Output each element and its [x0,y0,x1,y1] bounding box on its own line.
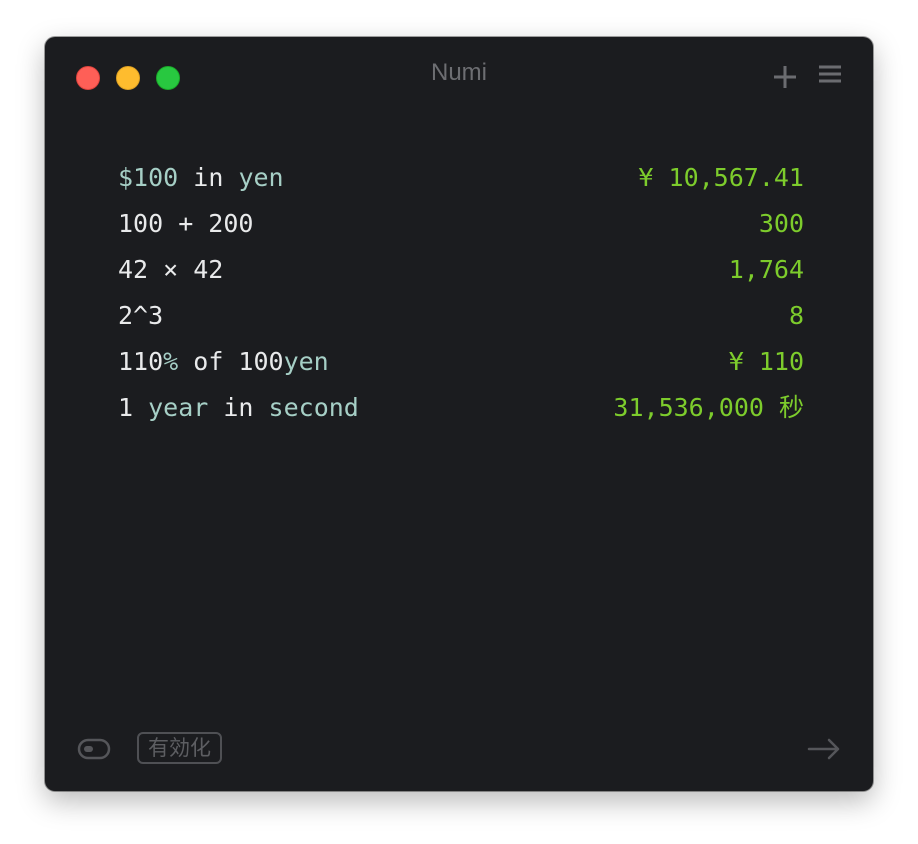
unit-token: year [148,393,209,422]
unit-token: % [163,347,179,376]
calc-expression[interactable]: 100 + 200 [118,201,253,247]
calculation-editor[interactable]: $100 in yen ¥ 10,567.41 100 + 200 300 42 × 4… [118,155,804,431]
text-token: in [208,393,269,422]
enable-button[interactable]: 有効化 [137,732,222,764]
calc-line[interactable]: 110% of 100yen ¥ 110 [118,339,804,385]
calc-result: 1,764 [728,255,804,284]
text-token: 110 [118,347,164,376]
unit-token: second [268,393,359,422]
text-token: of 100 [178,347,284,376]
calc-line[interactable]: 42 × 42 1,764 [118,247,804,293]
calc-expression[interactable]: 110% of 100yen [118,339,329,385]
numi-window: Numi $100 in yen ¥ 10,567.41 100 + 200 300 4… [45,37,873,791]
calc-line[interactable]: 2^3 8 [118,293,804,339]
calc-line[interactable]: 1 year in second 31,536,000 秒 [118,385,804,431]
calc-result: 8 [788,301,804,330]
arrow-right-icon[interactable] [807,737,841,761]
footer-bar: 有効化 [45,727,873,777]
unit-token: $100 [118,163,179,192]
title-bar: Numi [45,37,873,117]
text-token: 2^3 [118,301,164,330]
hamburger-menu-icon[interactable] [816,63,844,91]
calc-result: 300 [758,209,804,238]
text-token: 1 [118,393,149,422]
calc-expression[interactable]: 2^3 [118,293,163,339]
text-token: in [178,163,239,192]
calc-expression[interactable]: 1 year in second [118,385,359,431]
calc-expression[interactable]: 42 × 42 [118,247,223,293]
plus-icon[interactable] [771,63,799,91]
text-token: 42 × 42 [118,255,224,284]
calc-result: ¥ 10,567.41 [638,163,804,192]
calc-result: ¥ 110 [728,347,804,376]
unit-token: yen [238,163,284,192]
text-token: 100 + 200 [118,209,254,238]
toggle-icon[interactable] [77,737,111,761]
unit-token: yen [283,347,329,376]
calc-line[interactable]: $100 in yen ¥ 10,567.41 [118,155,804,201]
calc-result: 31,536,000 秒 [613,393,804,422]
calc-line[interactable]: 100 + 200 300 [118,201,804,247]
calc-expression[interactable]: $100 in yen [118,155,284,201]
window-title: Numi [430,59,487,86]
